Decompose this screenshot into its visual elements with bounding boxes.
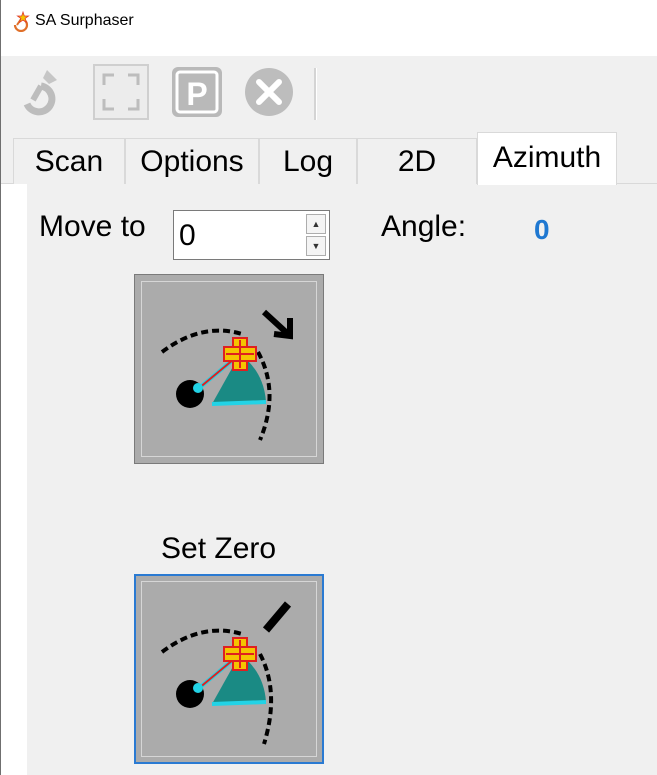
triangle-up-icon: ▲ xyxy=(311,219,321,229)
angle-value: 0 xyxy=(534,214,550,245)
tab-log[interactable]: Log xyxy=(259,138,357,184)
cancel-button[interactable] xyxy=(239,62,299,122)
spin-buttons: ▲ ▼ xyxy=(306,214,326,256)
tab-strip: Scan Options Log 2D Azimuth xyxy=(1,132,657,185)
move-to-angle-button[interactable] xyxy=(134,274,324,464)
frame-button[interactable] xyxy=(91,62,151,122)
title-bar: SA Surphaser xyxy=(1,0,657,56)
move-to-spinbox[interactable]: 0 ▲ ▼ xyxy=(173,210,330,260)
angle-label: Angle: xyxy=(381,210,467,243)
parking-icon: P xyxy=(172,67,222,117)
set-zero-button-face xyxy=(141,581,317,757)
parking-button[interactable]: P xyxy=(167,62,227,122)
frame-icon xyxy=(93,64,149,120)
set-zero-icon xyxy=(160,601,292,745)
tab-options[interactable]: Options xyxy=(125,138,259,184)
move-to-label: Move to xyxy=(39,210,146,243)
spin-down-button[interactable]: ▼ xyxy=(306,236,326,256)
toolbar: P xyxy=(1,56,657,132)
triangle-down-icon: ▼ xyxy=(311,241,321,251)
spin-up-button[interactable]: ▲ xyxy=(306,214,326,234)
app-window: SA Surphaser P Scan Options Log 2D Azimu… xyxy=(0,0,657,775)
set-zero-button[interactable] xyxy=(134,574,324,764)
parking-letter: P xyxy=(186,76,207,112)
scan-button[interactable] xyxy=(11,62,71,122)
surphaser-logo-icon xyxy=(13,10,30,32)
panel-margin xyxy=(1,184,27,775)
rotate-to-angle-icon xyxy=(160,309,293,441)
azimuth-panel: Move to 0 ▲ ▼ Angle: 0 Set Zero xyxy=(1,184,657,775)
scan-icon xyxy=(23,70,57,116)
tab-scan[interactable]: Scan xyxy=(13,138,125,184)
tab-2d[interactable]: 2D xyxy=(357,138,477,184)
window-title: SA Surphaser xyxy=(35,12,134,29)
toolbar-separator xyxy=(314,68,317,120)
tab-azimuth[interactable]: Azimuth xyxy=(477,132,617,185)
move-to-input[interactable]: 0 xyxy=(179,219,196,253)
cancel-icon xyxy=(245,68,293,116)
set-zero-label: Set Zero xyxy=(161,532,277,565)
move-button-face xyxy=(141,281,317,457)
